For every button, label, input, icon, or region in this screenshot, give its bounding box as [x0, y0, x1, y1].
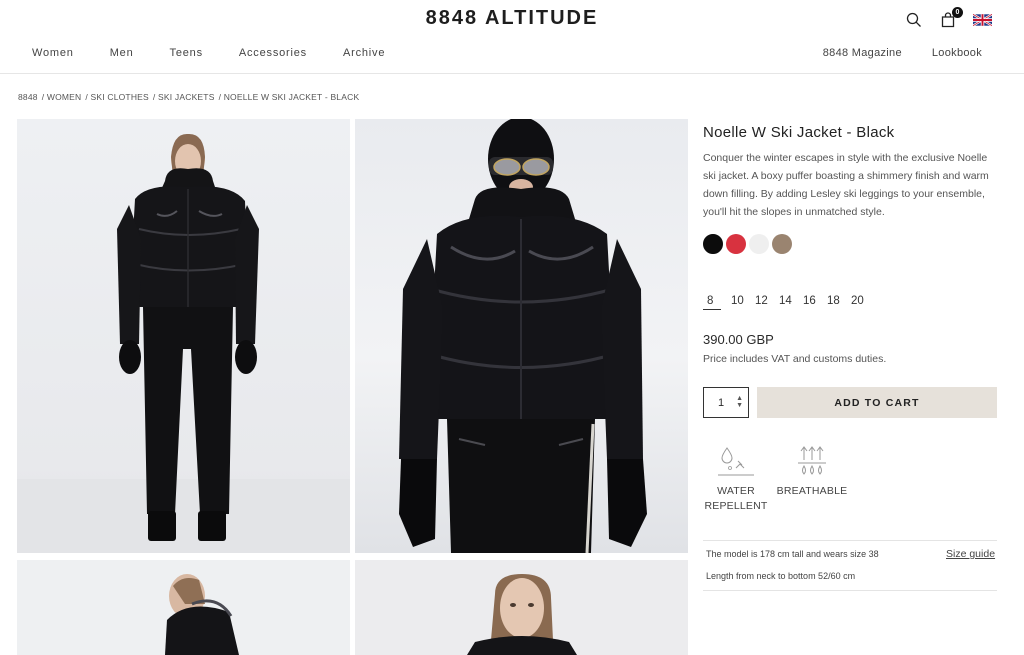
water-repellent-label-1: WATER: [717, 485, 755, 497]
breadcrumb-current: / NOELLE W SKI JACKET - BLACK: [218, 92, 360, 102]
breathable-icon: [776, 444, 848, 478]
size-option-10[interactable]: 10: [727, 295, 751, 310]
uk-flag-icon[interactable]: [972, 11, 992, 29]
site-header: 8848 ALTITUDE Women Men Teens Accessorie…: [0, 0, 1024, 74]
product-image-side[interactable]: [17, 560, 350, 655]
cart-icon[interactable]: 0: [938, 7, 963, 29]
quantity-arrows-icon[interactable]: ▲ ▼: [736, 395, 743, 409]
product-image-front[interactable]: [17, 119, 350, 553]
model-info: The model is 178 cm tall and wears size …: [706, 549, 879, 559]
header-icons: 0: [904, 7, 992, 29]
secondary-nav: 8848 Magazine Lookbook: [793, 47, 982, 59]
add-to-cart-button[interactable]: ADD TO CART: [757, 387, 997, 418]
vat-note: Price includes VAT and customs duties.: [703, 353, 887, 365]
product-title: Noelle W Ski Jacket - Black: [703, 124, 895, 141]
product-image-closeup[interactable]: [355, 560, 688, 655]
nav-item-women[interactable]: Women: [32, 47, 74, 59]
quantity-stepper[interactable]: 1 ▲ ▼: [703, 387, 749, 418]
color-swatch-brown[interactable]: [772, 234, 792, 254]
size-option-20[interactable]: 20: [847, 295, 871, 310]
product-description: Conquer the winter escapes in style with…: [703, 152, 989, 218]
color-swatch-red[interactable]: [726, 234, 746, 254]
color-swatch-white[interactable]: [749, 234, 769, 254]
nav-item-magazine[interactable]: 8848 Magazine: [823, 47, 902, 59]
main-nav: Women Men Teens Accessories Archive: [32, 47, 421, 59]
breadcrumb-ski-jackets[interactable]: / SKI JACKETS: [153, 92, 215, 102]
divider: [703, 590, 997, 591]
feature-water-repellent: WATER REPELLENT: [704, 444, 768, 514]
product-info: Noelle W Ski Jacket - Black Conquer the …: [703, 124, 997, 221]
size-option-16[interactable]: 16: [799, 295, 823, 310]
water-repellent-label-2: REPELLENT: [704, 500, 768, 512]
nav-item-lookbook[interactable]: Lookbook: [932, 47, 982, 59]
divider: [703, 540, 997, 541]
water-repellent-icon: [704, 444, 768, 478]
size-guide-link[interactable]: Size guide: [946, 548, 995, 560]
size-option-18[interactable]: 18: [823, 295, 847, 310]
quantity-value: 1: [718, 396, 725, 409]
breadcrumb-ski-clothes[interactable]: / SKI CLOTHES: [85, 92, 149, 102]
size-option-14[interactable]: 14: [775, 295, 799, 310]
color-swatches: [703, 234, 792, 254]
site-logo[interactable]: 8848 ALTITUDE: [0, 7, 1024, 30]
color-swatch-black[interactable]: [703, 234, 723, 254]
breadcrumb-women[interactable]: / WOMEN: [42, 92, 82, 102]
size-selector: 8 10 12 14 16 18 20: [703, 295, 871, 310]
nav-item-men[interactable]: Men: [110, 47, 134, 59]
cart-count-badge: 0: [952, 7, 963, 18]
product-image-runway[interactable]: [355, 119, 688, 553]
search-icon[interactable]: [904, 11, 924, 29]
nav-item-accessories[interactable]: Accessories: [239, 47, 307, 59]
length-info: Length from neck to bottom 52/60 cm: [706, 571, 856, 581]
nav-item-teens[interactable]: Teens: [170, 47, 203, 59]
product-price: 390.00 GBP: [703, 332, 774, 347]
size-option-8[interactable]: 8: [703, 295, 721, 310]
feature-breathable: BREATHABLE: [776, 444, 848, 499]
breathable-label: BREATHABLE: [776, 485, 848, 497]
breadcrumb-home[interactable]: 8848: [18, 92, 38, 102]
size-option-12[interactable]: 12: [751, 295, 775, 310]
nav-item-archive[interactable]: Archive: [343, 47, 385, 59]
breadcrumb: 8848 / WOMEN / SKI CLOTHES / SKI JACKETS…: [18, 92, 359, 102]
